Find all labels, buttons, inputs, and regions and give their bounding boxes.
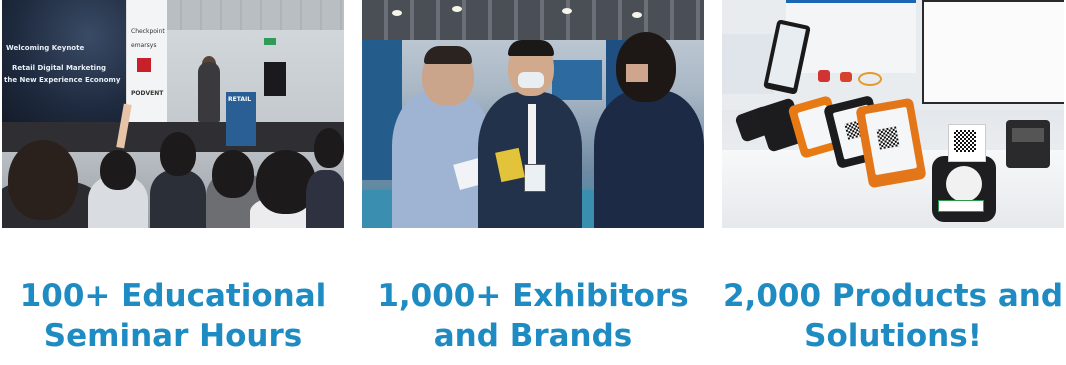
products-caption: 2,000 Products and Solutions! bbox=[712, 276, 1066, 356]
feature-card-seminars: Welcoming Keynote Retail Digital Marketi… bbox=[2, 0, 344, 365]
sponsor-logo-2: emarsys bbox=[131, 42, 157, 49]
exhibitors-caption: 1,000+ Exhibitors and Brands bbox=[352, 276, 714, 356]
feature-card-products: 2,000 Products and Solutions! bbox=[722, 0, 1064, 365]
caption-line-1: 2,000 Products and bbox=[722, 278, 1064, 314]
feature-card-exhibitors: 1,000+ Exhibitors and Brands bbox=[362, 0, 704, 365]
sponsor-logo-1: Checkpoint bbox=[131, 28, 165, 35]
seminar-photo: Welcoming Keynote Retail Digital Marketi… bbox=[2, 0, 344, 228]
caption-line-2: Seminar Hours bbox=[43, 318, 303, 354]
networking-photo bbox=[362, 0, 704, 228]
display-panel bbox=[922, 0, 1064, 104]
keynote-screen-line1: Retail Digital Marketing bbox=[12, 64, 107, 72]
keynote-screen-title: Welcoming Keynote bbox=[6, 44, 85, 52]
sponsor-logo-3: PODVENT bbox=[131, 90, 164, 97]
products-photo bbox=[722, 0, 1064, 228]
podium-label: RETAIL bbox=[228, 96, 252, 103]
sponsor-board: Checkpoint emarsys PODVENT bbox=[126, 0, 167, 135]
seminar-hours-caption: 100+ Educational Seminar Hours bbox=[0, 276, 354, 356]
keynote-screen: Welcoming Keynote Retail Digital Marketi… bbox=[2, 0, 126, 122]
caption-line-1: 1,000+ Exhibitors bbox=[377, 278, 689, 314]
caption-line-2: and Brands bbox=[433, 318, 633, 354]
caption-line-2: Solutions! bbox=[804, 318, 982, 354]
keynote-screen-line2: the New Experience Economy bbox=[4, 76, 121, 84]
caption-line-1: 100+ Educational bbox=[19, 278, 327, 314]
